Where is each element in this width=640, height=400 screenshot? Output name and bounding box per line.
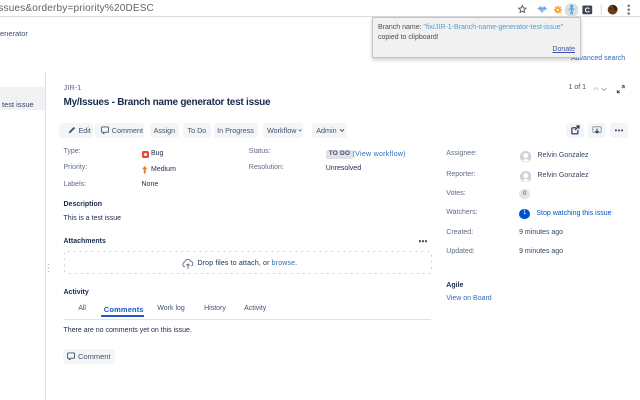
svg-text:C: C bbox=[585, 5, 591, 14]
